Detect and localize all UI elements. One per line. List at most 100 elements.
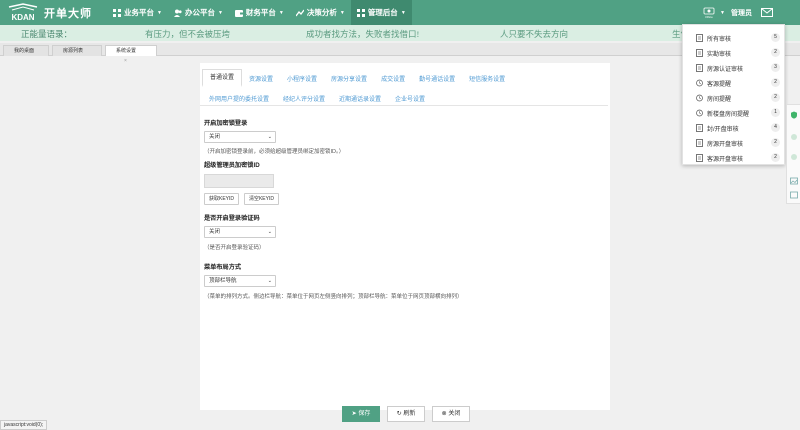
menu-layout-hint: （菜单的排列方式。侧边栏导航：菜单位于网页左侧竖向排列；顶部栏导航：菜单位于网页… xyxy=(204,294,463,300)
nav-finance-label: 财务平台 xyxy=(245,8,276,17)
caret-down-icon: ▼ xyxy=(217,9,223,16)
count-badge: 1 xyxy=(771,108,780,117)
dropdown-item-label: 所有审核 xyxy=(707,36,732,43)
chart-icon xyxy=(295,9,304,16)
clock-icon xyxy=(696,79,703,87)
logo-mark-icon: KDAN xyxy=(8,2,38,22)
tab-general-settings[interactable]: 普通设置 xyxy=(202,69,243,87)
count-badge: 3 xyxy=(771,63,780,72)
dropdown-item-label: 新楼盘房间提醒 xyxy=(707,111,750,118)
dropdown-item[interactable]: 客源开盘审核 2 xyxy=(683,151,786,165)
nav-office[interactable]: 办公平台 ▼ xyxy=(168,0,229,25)
tool-icon[interactable] xyxy=(790,133,798,141)
user-menu[interactable]: Ofiice ▼ 管理员 xyxy=(700,2,752,23)
people-icon xyxy=(173,9,182,17)
super-admin-key-field: 超级管理员加密锁ID 获取KEYID 清空KEYID xyxy=(204,160,282,205)
tab-call-record-settings[interactable]: 近期通话录设置 xyxy=(332,94,388,103)
dropdown-item-label: 房间提醒 xyxy=(707,96,732,103)
wallet-icon xyxy=(234,9,243,17)
tab-sms-settings[interactable]: 短信服务设置 xyxy=(462,74,512,83)
tab-call-settings[interactable]: 勤号通话设置 xyxy=(412,74,462,83)
nav-business-label: 业务平台 xyxy=(124,8,154,17)
tab-entrust-settings[interactable]: 外网用户提的委托设置 xyxy=(202,94,276,103)
brand-name: 开单大师 xyxy=(44,6,92,20)
nav-admin[interactable]: 管理后台 ▼ xyxy=(350,0,412,25)
caret-down-icon: ▼ xyxy=(339,9,345,16)
close-icon[interactable]: × xyxy=(124,58,127,64)
dropdown-item[interactable]: 房间提醒 2 xyxy=(683,91,786,105)
tab-deal-settings[interactable]: 成交设置 xyxy=(374,74,412,83)
tab-desktop[interactable]: 我的桌面 xyxy=(3,45,49,56)
ticker-quote: 人只要不失去方向 xyxy=(500,29,569,39)
close-label: 关闭 xyxy=(448,411,461,417)
save-button[interactable]: ➤ 保存 xyxy=(342,406,380,422)
caret-down-icon: ▼ xyxy=(278,9,284,16)
side-toolbar xyxy=(786,104,800,204)
super-admin-key-input[interactable] xyxy=(204,174,274,188)
tab-house-list[interactable]: 房源列表 xyxy=(52,45,102,56)
tab-resource-settings[interactable]: 资源设置 xyxy=(242,74,280,83)
tab-system-settings[interactable]: 系统设置 × xyxy=(105,45,157,64)
avatar-caption: Ofiice xyxy=(705,14,713,19)
brand-logo[interactable]: KDAN 开单大师 xyxy=(6,2,92,23)
clear-keyid-button[interactable]: 清空KEYID xyxy=(243,193,279,205)
caret-down-icon: ▼ xyxy=(720,9,725,16)
dropdown-item[interactable]: 客源提醒 2 xyxy=(683,76,786,90)
nav-analysis-label: 决策分析 xyxy=(306,8,337,17)
document-icon xyxy=(696,64,703,72)
chevron-down-icon: ⌄ xyxy=(267,229,272,235)
clock-icon xyxy=(696,109,703,117)
dropdown-item-label: 房源认证审核 xyxy=(707,66,744,73)
encrypt-login-label: 开启加密锁登录 xyxy=(204,120,248,127)
dropdown-item[interactable]: 新楼盘房间提醒 1 xyxy=(683,106,786,120)
avatar: Ofiice xyxy=(700,6,718,20)
get-keyid-button[interactable]: 获取KEYID xyxy=(204,193,240,205)
tool-icon[interactable] xyxy=(790,153,798,161)
count-badge: 2 xyxy=(771,48,780,57)
document-icon xyxy=(696,139,703,147)
tab-label: 我的桌面 xyxy=(14,48,35,54)
nav-business[interactable]: 业务平台 ▼ xyxy=(107,0,168,25)
dropdown-item[interactable]: 房源认证审核 3 xyxy=(683,61,786,75)
tab-agent-score-settings[interactable]: 经纪人评分设置 xyxy=(276,94,332,103)
select-value: 关闭 xyxy=(209,134,221,140)
dropdown-item-label: 封/开盘审核 xyxy=(707,126,739,133)
grid-icon xyxy=(113,8,121,17)
page-tabbar: 我的桌面 房源列表 系统设置 × xyxy=(0,43,800,64)
mail-icon[interactable] xyxy=(761,8,773,17)
image-icon[interactable] xyxy=(790,191,798,199)
super-admin-key-label: 超级管理员加密锁ID xyxy=(204,162,260,169)
caret-down-icon: ▼ xyxy=(157,9,162,16)
user-name: 管理员 xyxy=(730,9,752,17)
close-button[interactable]: ⊗ 关闭 xyxy=(432,406,470,422)
settings-tabs-row: 普通设置 资源设置 小程序设置 房源分享设置 成交设置 勤号通话设置 短信服务设… xyxy=(202,68,610,88)
menu-layout-field: 菜单布局方式 顶部栏导航 ⌄ （菜单的排列方式。侧边栏导航：菜单位于网页左侧竖向排… xyxy=(204,262,463,300)
nav-analysis[interactable]: 决策分析 ▼ xyxy=(290,0,351,25)
login-captcha-select[interactable]: 关闭 ⌄ xyxy=(204,226,276,238)
encrypt-login-hint: （开启加密锁登录前，必须给超级管理员绑定加密锁ID。） xyxy=(204,149,345,155)
refresh-button[interactable]: ↻ 刷新 xyxy=(387,406,425,422)
chevron-down-icon: ⌄ xyxy=(267,134,272,140)
encrypt-login-select[interactable]: 关闭 ⌄ xyxy=(204,131,276,143)
dropdown-item[interactable]: 所有审核 5 xyxy=(683,31,786,45)
document-icon xyxy=(696,49,703,57)
dropdown-item[interactable]: 封/开盘审核 4 xyxy=(683,121,786,135)
nav-finance[interactable]: 财务平台 ▼ xyxy=(229,0,290,25)
login-captcha-field: 是否开启登录验证码 关闭 ⌄ （是否开启登录验证码） xyxy=(204,213,276,251)
tab-enterprise-settings[interactable]: 企业号设置 xyxy=(388,94,432,103)
nav-admin-label: 管理后台 xyxy=(367,8,398,17)
quote-ticker: 正能量语录： 有压力，但不会被压垮 成功者找方法，失败者找借口! 人只要不失去方… xyxy=(0,25,800,41)
key-buttons: 获取KEYID 清空KEYID xyxy=(204,193,282,205)
menu-layout-select[interactable]: 顶部栏导航 ⌄ xyxy=(204,275,276,287)
dropdown-item[interactable]: 房源开盘审核 2 xyxy=(683,136,786,150)
ticker-lead: 正能量语录： xyxy=(21,29,73,39)
shield-icon[interactable] xyxy=(790,111,798,119)
count-badge: 2 xyxy=(771,138,780,147)
image-icon[interactable] xyxy=(790,177,798,185)
settings-tabs: 普通设置 资源设置 小程序设置 房源分享设置 成交设置 勤号通话设置 短信服务设… xyxy=(202,68,610,108)
select-value: 顶部栏导航 xyxy=(209,278,237,284)
tab-miniprogram-settings[interactable]: 小程序设置 xyxy=(280,74,324,83)
login-captcha-hint: （是否开启登录验证码） xyxy=(204,245,265,251)
tab-share-settings[interactable]: 房源分享设置 xyxy=(324,74,374,83)
dropdown-item[interactable]: 实勘审核 2 xyxy=(683,46,786,60)
